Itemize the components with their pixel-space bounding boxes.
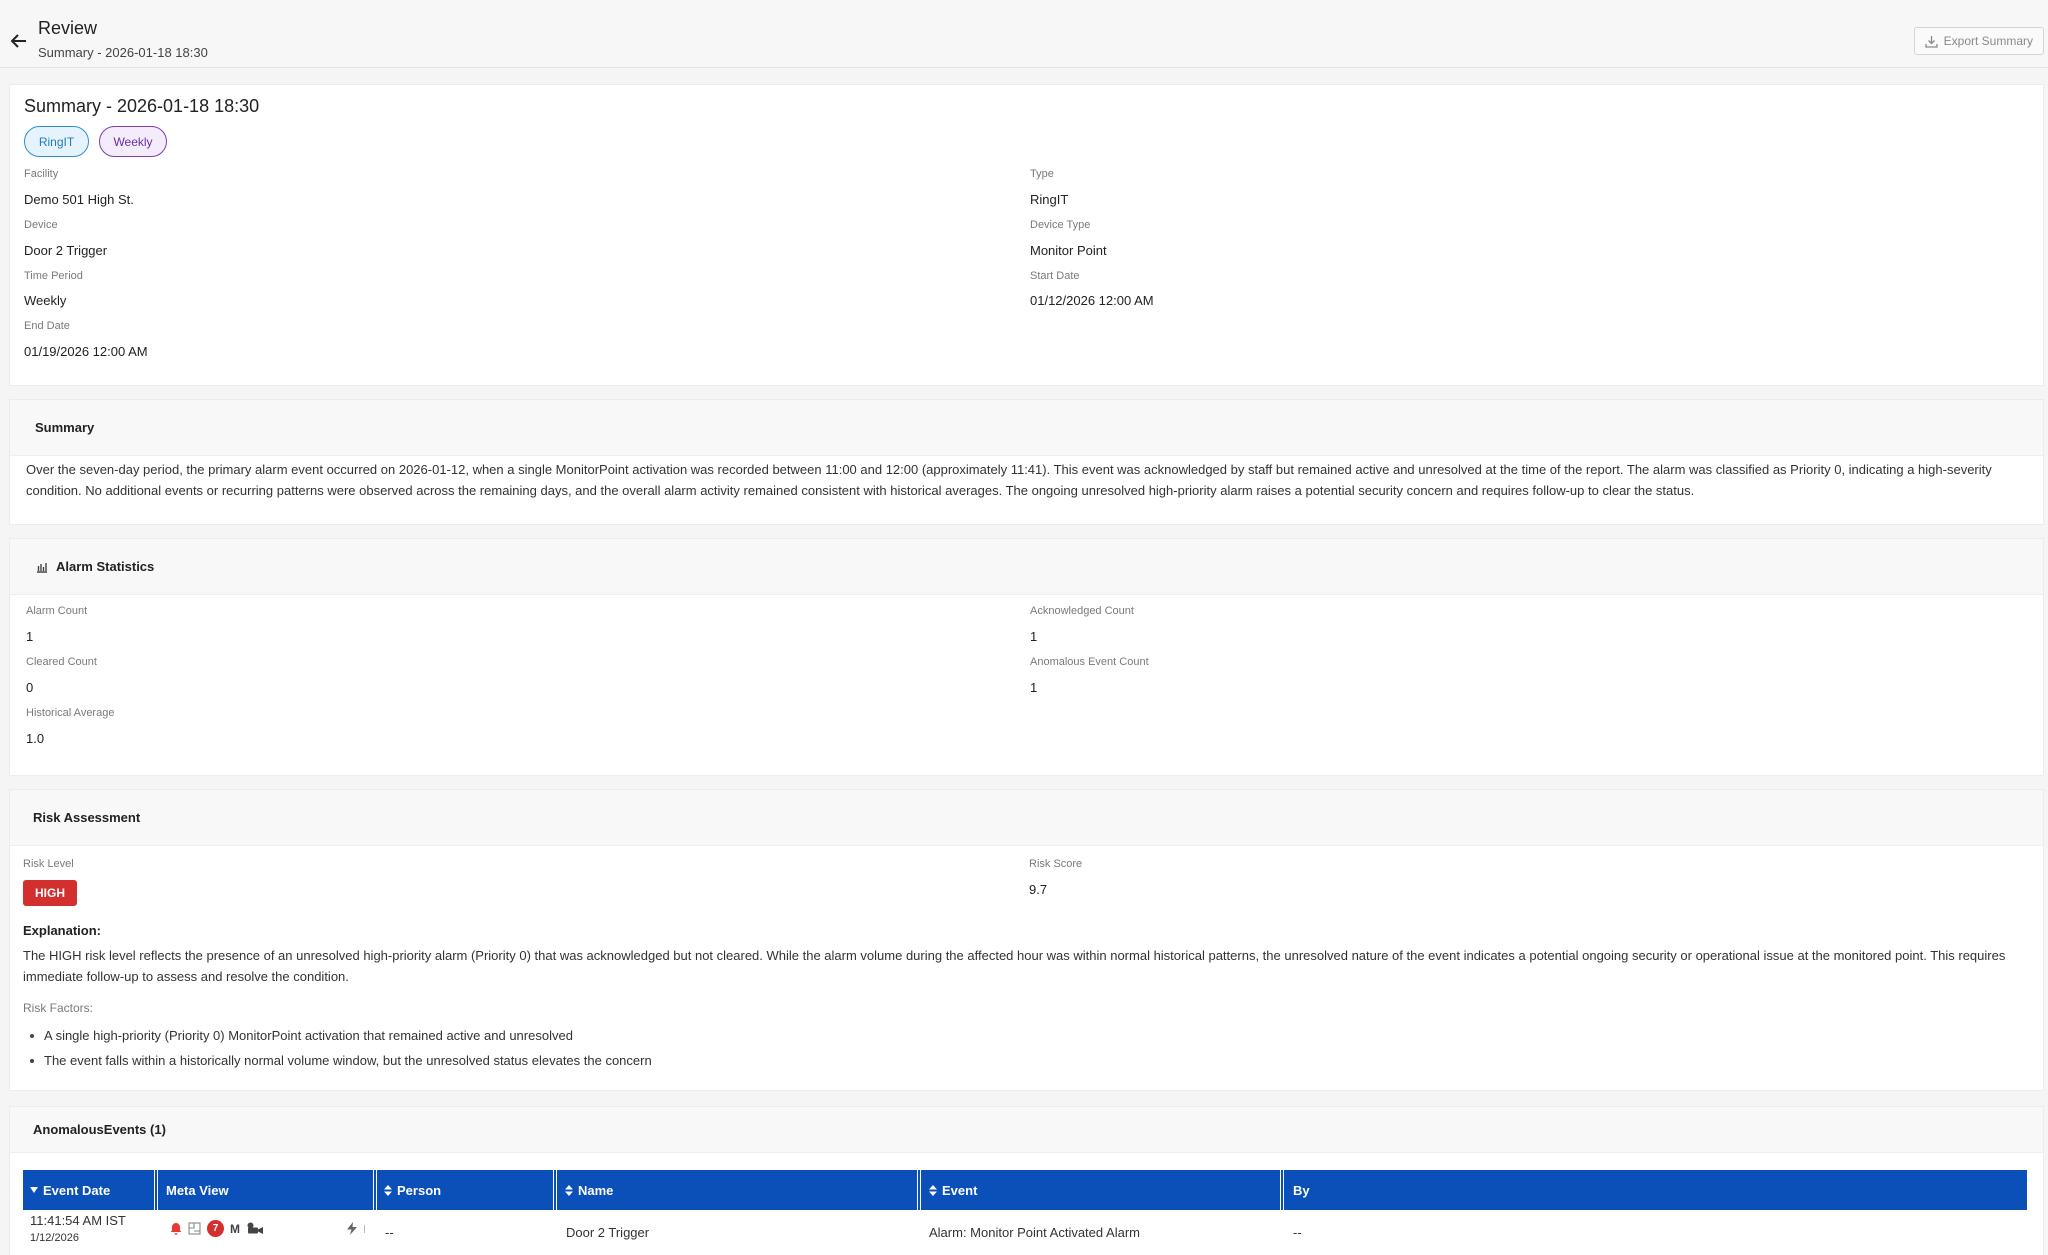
chip-type: RingIT xyxy=(24,126,89,157)
col-person[interactable]: Person xyxy=(384,1170,441,1210)
meta-letter: M xyxy=(230,1221,240,1236)
risk-level-badge: HIGH xyxy=(23,880,77,906)
alarm-stats-card: Alarm Statistics xyxy=(9,538,2044,776)
device-label: Device xyxy=(24,219,58,231)
details-title: Summary - 2026-01-18 18:30 xyxy=(24,96,260,116)
risk-factor-item: A single high-priority (Priority 0) Moni… xyxy=(30,1028,573,1043)
event-by: -- xyxy=(1293,1225,1302,1240)
device-type-value: Monitor Point xyxy=(1030,243,1107,258)
cleared-count-label: Cleared Count xyxy=(26,656,97,668)
col-event[interactable]: Event xyxy=(929,1170,977,1210)
type-label: Type xyxy=(1030,168,1054,180)
top-bar: Review Summary - 2026-01-18 18:30 Export… xyxy=(0,0,2048,68)
facility-label: Facility xyxy=(24,168,59,180)
column-divider[interactable] xyxy=(373,1170,377,1210)
column-divider[interactable] xyxy=(154,1170,158,1210)
risk-level-label: Risk Level xyxy=(23,858,74,870)
video-camera-icon[interactable] xyxy=(246,1222,264,1235)
type-value: RingIT xyxy=(1030,192,1069,207)
column-divider[interactable] xyxy=(553,1170,557,1210)
risk-assessment-card: Risk Assessment xyxy=(9,789,2044,1091)
risk-score-label: Risk Score xyxy=(1029,858,1083,870)
lightning-icon[interactable] xyxy=(346,1222,358,1235)
risk-factors-label: Risk Factors: xyxy=(23,1001,94,1015)
explanation-label: Explanation: xyxy=(23,923,102,938)
alarm-count-label: Alarm Count xyxy=(26,605,88,617)
risk-factor-text: The event falls within a historically no… xyxy=(44,1053,652,1068)
anomalous-event-count-label: Anomalous Event Count xyxy=(1030,656,1149,668)
alarm-stats-heading: Alarm Statistics xyxy=(56,559,155,574)
meta-view-icons: 7 M xyxy=(170,1220,365,1237)
risk-factor-item: The event falls within a historically no… xyxy=(30,1053,652,1068)
bar-chart-icon xyxy=(37,562,47,573)
acknowledged-count-label: Acknowledged Count xyxy=(1030,605,1134,617)
back-arrow-icon[interactable] xyxy=(8,30,30,52)
col-meta-view[interactable]: Meta View xyxy=(166,1170,229,1210)
page-title: Review xyxy=(38,18,98,38)
anomalous-event-count-value: 1 xyxy=(1030,680,1038,695)
device-value: Door 2 Trigger xyxy=(24,243,108,258)
risk-heading: Risk Assessment xyxy=(10,790,2043,846)
event-date: 1/12/2026 xyxy=(30,1232,79,1244)
time-period-label: Time Period xyxy=(24,270,83,282)
col-name[interactable]: Name xyxy=(565,1170,613,1210)
risk-score-value: 9.7 xyxy=(1029,882,1048,897)
acknowledged-count-value: 1 xyxy=(1030,629,1038,644)
sort-icon xyxy=(384,1184,392,1196)
column-divider[interactable] xyxy=(917,1170,921,1210)
summary-text: Over the seven-day period, the primary a… xyxy=(26,462,1992,498)
historical-average-value: 1.0 xyxy=(26,731,45,746)
floorplan-icon[interactable] xyxy=(188,1222,201,1235)
summary-heading: Summary xyxy=(10,400,2043,456)
explanation-text: The HIGH risk level reflects the presenc… xyxy=(23,948,2006,984)
end-date-label: End Date xyxy=(24,320,70,332)
risk-factor-text: A single high-priority (Priority 0) Moni… xyxy=(44,1028,573,1043)
start-date-label: Start Date xyxy=(1030,270,1080,282)
facility-value: Demo 501 High St. xyxy=(24,192,134,207)
column-divider[interactable] xyxy=(1280,1170,1284,1210)
cleared-count-value: 0 xyxy=(26,680,34,695)
export-summary-label: Export Summary xyxy=(1943,34,2033,48)
page-subtitle: Summary - 2026-01-18 18:30 xyxy=(38,45,208,60)
chip-period: Weekly xyxy=(99,126,167,157)
col-event-date[interactable]: Event Date xyxy=(30,1170,110,1210)
separator-mark xyxy=(364,1224,365,1233)
events-table-header: Event Date Meta View Person Name Event B… xyxy=(23,1170,2027,1210)
event-time: 11:41:54 AM IST xyxy=(30,1213,126,1228)
sort-desc-icon xyxy=(30,1187,38,1193)
details-card xyxy=(9,84,2044,386)
sort-icon xyxy=(929,1184,937,1196)
download-icon xyxy=(1924,35,1938,48)
historical-average-label: Historical Average xyxy=(26,707,115,719)
col-by[interactable]: By xyxy=(1293,1170,1310,1210)
device-type-label: Device Type xyxy=(1030,219,1091,231)
bell-icon[interactable] xyxy=(170,1222,182,1235)
priority-badge: 7 xyxy=(207,1220,224,1237)
time-period-value: Weekly xyxy=(24,293,67,308)
end-date-value: 01/19/2026 12:00 AM xyxy=(24,344,148,359)
sort-icon xyxy=(565,1184,573,1196)
start-date-value: 01/12/2026 12:00 AM xyxy=(1030,293,1154,308)
event-name: Door 2 Trigger xyxy=(566,1225,650,1240)
event-person: -- xyxy=(385,1225,394,1240)
event-description: Alarm: Monitor Point Activated Alarm xyxy=(929,1225,1140,1240)
anomalous-heading: AnomalousEvents (1) xyxy=(10,1107,2043,1153)
export-summary-button[interactable]: Export Summary xyxy=(1913,27,2044,55)
alarm-count-value: 1 xyxy=(26,629,34,644)
